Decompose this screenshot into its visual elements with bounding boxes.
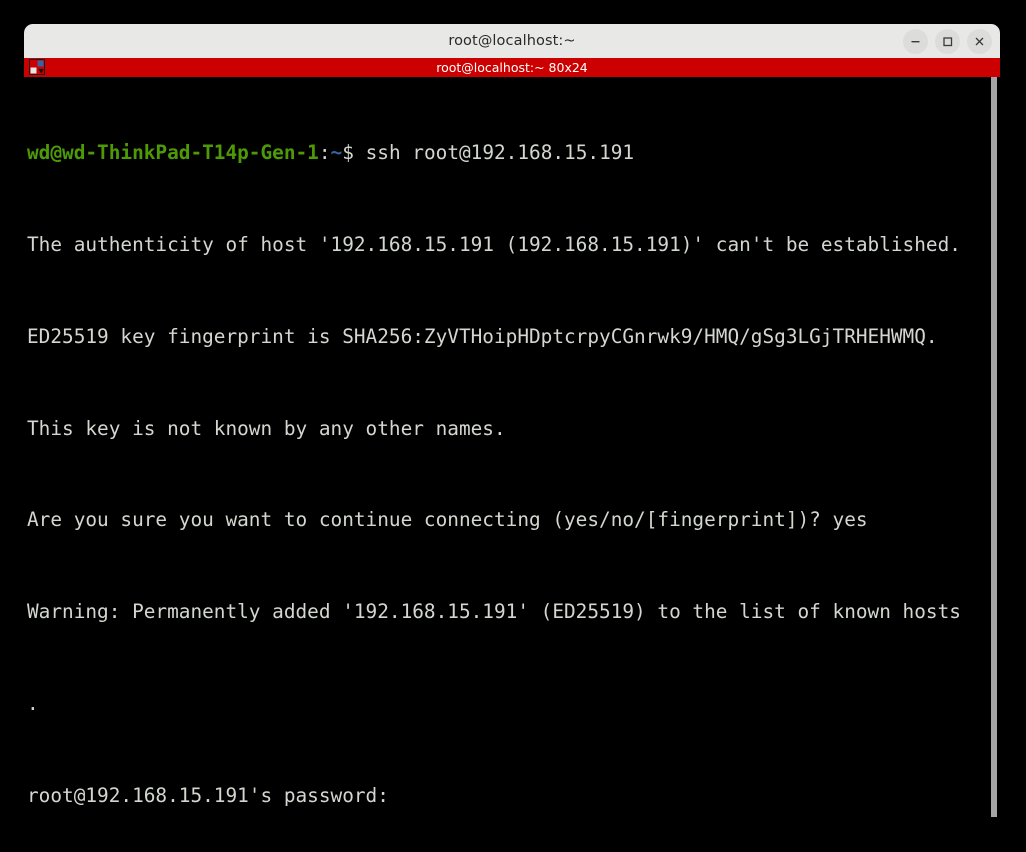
local-prompt-path: ~ <box>330 141 343 165</box>
local-prompt-colon: : <box>318 141 331 165</box>
window-title: root@localhost:~ <box>448 33 576 49</box>
terminal-menu-icon[interactable] <box>29 58 51 77</box>
grid-dropdown-icon <box>29 59 45 75</box>
terminal-line-output: The authenticity of host '192.168.15.191… <box>27 232 961 256</box>
terminal-output: wd@wd-ThinkPad-T14p-Gen-1:~$ ssh root@19… <box>27 77 961 828</box>
terminal-tab-label: root@localhost:~ 80x24 <box>436 60 588 75</box>
minimize-icon <box>911 40 920 42</box>
local-prompt-userhost: wd@wd-ThinkPad-T14p-Gen-1 <box>27 141 319 165</box>
terminal-scrollbar[interactable] <box>991 77 997 828</box>
window-titlebar[interactable]: root@localhost:~ <box>24 24 1000 58</box>
local-prompt-sigil: $ <box>342 141 354 165</box>
terminal-line-output: root@192.168.15.191's password: <box>27 783 389 807</box>
terminal-line-output: . <box>27 691 39 715</box>
close-icon <box>975 37 984 45</box>
close-button[interactable] <box>967 28 992 54</box>
terminal-tabbar[interactable]: root@localhost:~ 80x24 <box>24 58 1000 77</box>
terminal-window: root@localhost:~ root@localhost:~ 80x24 … <box>24 24 1000 828</box>
terminal-line-output: This key is not known by any other names… <box>27 416 506 440</box>
window-controls <box>903 24 992 58</box>
terminal-line-prompt: wd@wd-ThinkPad-T14p-Gen-1:~$ ssh root@19… <box>27 138 961 169</box>
local-prompt-command: ssh root@192.168.15.191 <box>353 141 635 165</box>
terminal-line-output: Warning: Permanently added '192.168.15.1… <box>27 600 961 624</box>
screen: root@localhost:~ root@localhost:~ 80x24 … <box>0 0 1026 852</box>
terminal-line-output: Are you sure you want to continue connec… <box>27 508 868 532</box>
maximize-button[interactable] <box>935 28 960 54</box>
minimize-button[interactable] <box>903 28 928 54</box>
terminal-line-output: ED25519 key fingerprint is SHA256:ZyVTHo… <box>27 324 938 348</box>
terminal-body[interactable]: wd@wd-ThinkPad-T14p-Gen-1:~$ ssh root@19… <box>24 77 1000 828</box>
maximize-icon <box>943 36 953 46</box>
terminal-scrollbar-thumb[interactable] <box>991 77 997 817</box>
